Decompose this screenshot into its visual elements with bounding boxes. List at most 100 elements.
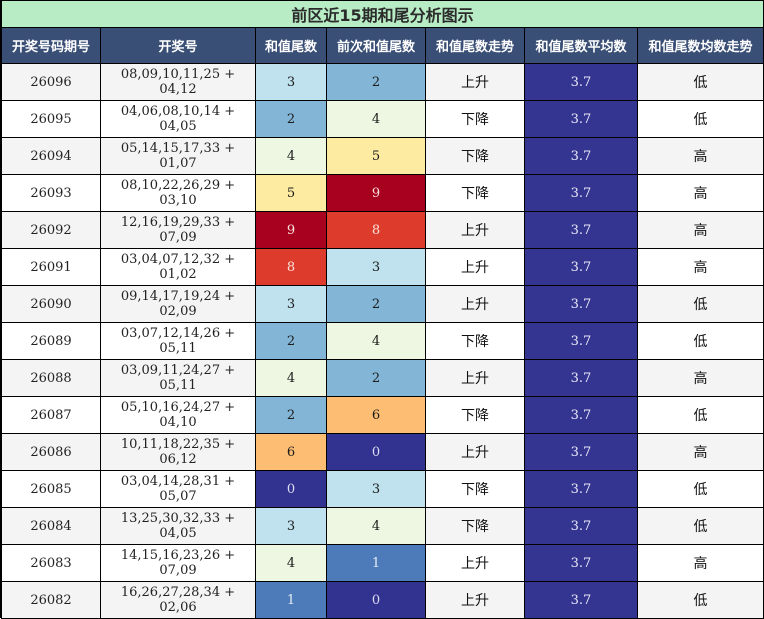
period-cell: 26084 [1,507,101,545]
analysis-table-container: 前区近15期和尾分析图示 开奖号码期号 开奖号 和值尾数 前次和值尾数 和值尾数… [0,0,764,619]
table-row[interactable]: 26096 08,09,10,11,25 + 04,12 3 2 上升 3.7 低 [1,63,764,101]
draw-numbers-cell: 09,14,17,19,24 + 02,09 [100,285,256,323]
draw-numbers-cell: 03,09,11,24,27 + 05,11 [100,359,256,397]
period-cell: 26089 [1,322,101,360]
table-row[interactable]: 26092 12,16,19,29,33 + 07,09 9 8 上升 3.7 高 [1,211,764,249]
draw-numbers-cell: 04,06,08,10,14 + 04,05 [100,100,256,138]
prev-sum-tail-cell: 4 [326,322,426,360]
tail-trend-cell: 下降 [425,100,525,138]
period-cell: 26083 [1,544,101,582]
column-header-tail[interactable]: 和值尾数 [255,27,327,64]
tail-average-cell: 3.7 [524,433,638,471]
tail-average-cell: 3.7 [524,359,638,397]
average-trend-cell: 低 [636,322,764,360]
prev-sum-tail-cell: 0 [326,433,426,471]
draw-numbers-cell: 13,25,30,32,33 + 04,05 [100,507,256,545]
tail-average-cell: 3.7 [524,581,638,619]
prev-sum-tail-cell: 0 [326,581,426,619]
table-row[interactable]: 26086 10,11,18,22,35 + 06,12 6 0 上升 3.7 高 [1,433,764,471]
average-trend-cell: 低 [636,396,764,434]
period-cell: 26082 [1,581,101,619]
average-trend-cell: 低 [636,63,764,101]
tail-average-cell: 3.7 [524,544,638,582]
average-trend-cell: 低 [636,285,764,323]
sum-tail-cell: 2 [255,100,327,138]
table-row[interactable]: 26083 14,15,16,23,26 + 07,09 4 1 上升 3.7 高 [1,544,764,582]
tail-average-cell: 3.7 [524,507,638,545]
draw-numbers-cell: 14,15,16,23,26 + 07,09 [100,544,256,582]
prev-sum-tail-cell: 6 [326,396,426,434]
draw-numbers-cell: 10,11,18,22,35 + 06,12 [100,433,256,471]
tail-trend-cell: 下降 [425,470,525,508]
table-row[interactable]: 26090 09,14,17,19,24 + 02,09 3 2 上升 3.7 低 [1,285,764,323]
column-header-avg[interactable]: 和值尾数平均数 [524,27,638,64]
tail-trend-cell: 上升 [425,544,525,582]
sum-tail-cell: 4 [255,544,327,582]
average-trend-cell: 低 [636,470,764,508]
tail-average-cell: 3.7 [524,470,638,508]
sum-tail-cell: 3 [255,63,327,101]
average-trend-cell: 高 [636,359,764,397]
tail-trend-cell: 下降 [425,322,525,360]
tail-trend-cell: 下降 [425,174,525,212]
tail-trend-cell: 下降 [425,396,525,434]
prev-sum-tail-cell: 1 [326,544,426,582]
table-row[interactable]: 26093 08,10,22,26,29 + 03,10 5 9 下降 3.7 高 [1,174,764,212]
draw-numbers-cell: 16,26,27,28,34 + 02,06 [100,581,256,619]
average-trend-cell: 高 [636,211,764,249]
column-header-numbers[interactable]: 开奖号 [100,27,256,64]
column-header-period[interactable]: 开奖号码期号 [1,27,101,64]
tail-trend-cell: 上升 [425,581,525,619]
tail-average-cell: 3.7 [524,285,638,323]
period-cell: 26088 [1,359,101,397]
period-cell: 26085 [1,470,101,508]
tail-average-cell: 3.7 [524,211,638,249]
tail-trend-cell: 上升 [425,359,525,397]
prev-sum-tail-cell: 2 [326,285,426,323]
draw-numbers-cell: 05,14,15,17,33 + 01,07 [100,137,256,175]
draw-numbers-cell: 08,10,22,26,29 + 03,10 [100,174,256,212]
prev-sum-tail-cell: 3 [326,470,426,508]
prev-sum-tail-cell: 2 [326,63,426,101]
table-row[interactable]: 26085 03,04,14,28,31 + 05,07 0 3 下降 3.7 低 [1,470,764,508]
tail-average-cell: 3.7 [524,137,638,175]
table-row[interactable]: 26088 03,09,11,24,27 + 05,11 4 2 上升 3.7 高 [1,359,764,397]
average-trend-cell: 高 [636,137,764,175]
period-cell: 26093 [1,174,101,212]
period-cell: 26086 [1,433,101,471]
sum-tail-cell: 5 [255,174,327,212]
table-row[interactable]: 26082 16,26,27,28,34 + 02,06 1 0 上升 3.7 低 [1,581,764,619]
sum-tail-cell: 2 [255,322,327,360]
column-header-prev-tail[interactable]: 前次和值尾数 [326,27,426,64]
sum-tail-cell: 4 [255,359,327,397]
tail-average-cell: 3.7 [524,322,638,360]
sum-tail-cell: 1 [255,581,327,619]
table-row[interactable]: 26084 13,25,30,32,33 + 04,05 3 4 下降 3.7 低 [1,507,764,545]
table-row[interactable]: 26095 04,06,08,10,14 + 04,05 2 4 下降 3.7 低 [1,100,764,138]
period-cell: 26092 [1,211,101,249]
table-row[interactable]: 26091 03,04,07,12,32 + 01,02 8 3 上升 3.7 高 [1,248,764,286]
table-row[interactable]: 26089 03,07,12,14,26 + 05,11 2 4 下降 3.7 低 [1,322,764,360]
period-cell: 26087 [1,396,101,434]
table-row[interactable]: 26087 05,10,16,24,27 + 04,10 2 6 下降 3.7 低 [1,396,764,434]
draw-numbers-cell: 03,07,12,14,26 + 05,11 [100,322,256,360]
period-cell: 26096 [1,63,101,101]
tail-trend-cell: 下降 [425,137,525,175]
table-title: 前区近15期和尾分析图示 [0,0,764,28]
column-header-avg-trend[interactable]: 和值尾数均数走势 [636,27,764,64]
sum-tail-analysis-table: 前区近15期和尾分析图示 开奖号码期号 开奖号 和值尾数 前次和值尾数 和值尾数… [0,0,764,619]
tail-trend-cell: 上升 [425,211,525,249]
average-trend-cell: 高 [636,248,764,286]
prev-sum-tail-cell: 2 [326,359,426,397]
prev-sum-tail-cell: 4 [326,100,426,138]
column-header-trend[interactable]: 和值尾数走势 [425,27,525,64]
average-trend-cell: 高 [636,544,764,582]
draw-numbers-cell: 12,16,19,29,33 + 07,09 [100,211,256,249]
sum-tail-cell: 3 [255,507,327,545]
draw-numbers-cell: 05,10,16,24,27 + 04,10 [100,396,256,434]
period-cell: 26094 [1,137,101,175]
table-row[interactable]: 26094 05,14,15,17,33 + 01,07 4 5 下降 3.7 高 [1,137,764,175]
sum-tail-cell: 6 [255,433,327,471]
sum-tail-cell: 2 [255,396,327,434]
draw-numbers-cell: 03,04,07,12,32 + 01,02 [100,248,256,286]
